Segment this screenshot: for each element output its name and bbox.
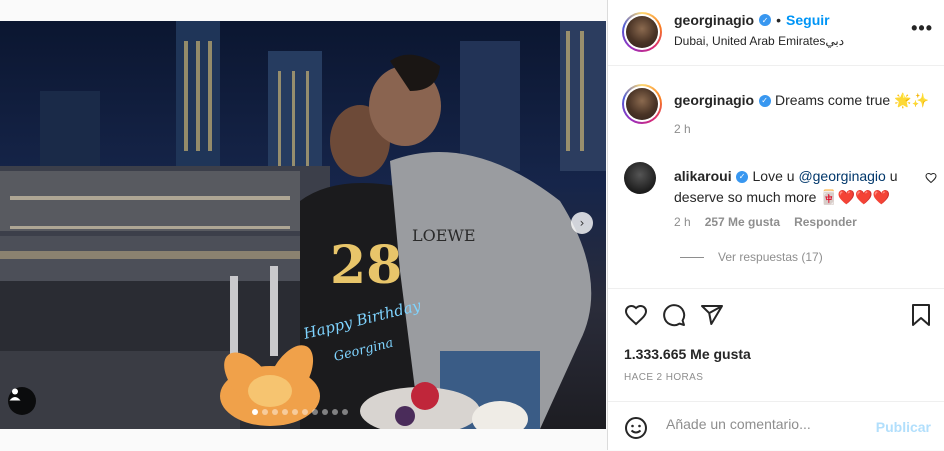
post-sidebar: georginagio ✓ • Seguir Dubai, United Ara… — [607, 0, 944, 450]
photo-scene: 28 Happy Birthday Georgina LOEWE — [0, 21, 606, 429]
comment-mention[interactable]: @georginagio — [798, 168, 885, 184]
commenter-username[interactable]: alikaroui — [674, 168, 732, 184]
comment-time[interactable]: 2 h — [674, 215, 691, 229]
verified-icon: ✓ — [758, 94, 771, 107]
author-username[interactable]: georginagio — [674, 12, 754, 28]
caption-time[interactable]: 2 h — [674, 122, 691, 136]
location-link[interactable]: Dubai, United Arab Emiratesدبي — [674, 34, 844, 48]
comment-like-heart-icon[interactable] — [925, 171, 937, 189]
comment-likes[interactable]: 257 Me gusta — [705, 215, 780, 229]
carousel-dot — [292, 409, 298, 415]
likes-count[interactable]: 1.333.665 Me gusta — [624, 346, 751, 362]
carousel-dots — [252, 409, 348, 415]
heart-icon[interactable] — [624, 303, 648, 332]
reply-button[interactable]: Responder — [794, 215, 857, 229]
view-replies-label[interactable]: Ver respuestas (17) — [718, 250, 823, 264]
comment: alikaroui ✓ Love u @georginagio u deserv… — [674, 166, 910, 208]
bookmark-icon[interactable] — [911, 303, 931, 332]
share-icon[interactable] — [700, 303, 724, 332]
caption-username[interactable]: georginagio — [674, 92, 754, 108]
verified-icon: ✓ — [759, 14, 772, 26]
carousel-dot — [272, 409, 278, 415]
more-options-icon[interactable]: ••• — [911, 18, 933, 39]
action-icons — [624, 303, 724, 332]
user-tag-icon[interactable] — [8, 387, 36, 415]
replies-line — [680, 256, 704, 258]
comment-input[interactable] — [664, 415, 868, 433]
carousel-dot — [262, 409, 268, 415]
emoji-icon[interactable] — [624, 416, 648, 445]
carousel-dot — [332, 409, 338, 415]
carousel-dot — [322, 409, 328, 415]
carousel-dot — [282, 409, 288, 415]
comment-meta: 2 h 257 Me gusta Responder — [674, 215, 857, 229]
follow-button[interactable]: Seguir — [786, 12, 830, 28]
sweater-brand: LOEWE — [412, 226, 476, 245]
caption: georginagio ✓ Dreams come true 🌟✨ — [674, 92, 934, 110]
verified-icon: ✓ — [736, 170, 749, 183]
comment-text-start: Love u — [752, 168, 799, 184]
view-replies[interactable]: Ver respuestas (17) — [680, 250, 823, 264]
next-arrow-icon[interactable]: › — [571, 212, 593, 234]
publish-button[interactable]: Publicar — [876, 419, 931, 435]
post-header: georginagio ✓ • Seguir Dubai, United Ara… — [608, 0, 944, 66]
separator-dot: • — [776, 12, 782, 28]
comment-icon[interactable] — [662, 303, 686, 332]
post-photo[interactable]: 28 Happy Birthday Georgina LOEWE › — [0, 21, 606, 429]
add-comment-bar: Publicar — [608, 401, 944, 451]
author-avatar[interactable] — [622, 12, 662, 52]
commenter-avatar[interactable] — [624, 162, 656, 194]
caption-avatar[interactable] — [622, 84, 662, 124]
cake-number: 28 — [330, 235, 402, 296]
post-time-ago[interactable]: HACE 2 HORAS — [624, 372, 703, 383]
carousel-dot — [312, 409, 318, 415]
carousel-dot — [252, 409, 258, 415]
caption-text: Dreams come true 🌟✨ — [775, 92, 929, 108]
post-actions: 1.333.665 Me gusta HACE 2 HORAS — [608, 288, 944, 399]
carousel-dot — [342, 409, 348, 415]
carousel-dot — [302, 409, 308, 415]
